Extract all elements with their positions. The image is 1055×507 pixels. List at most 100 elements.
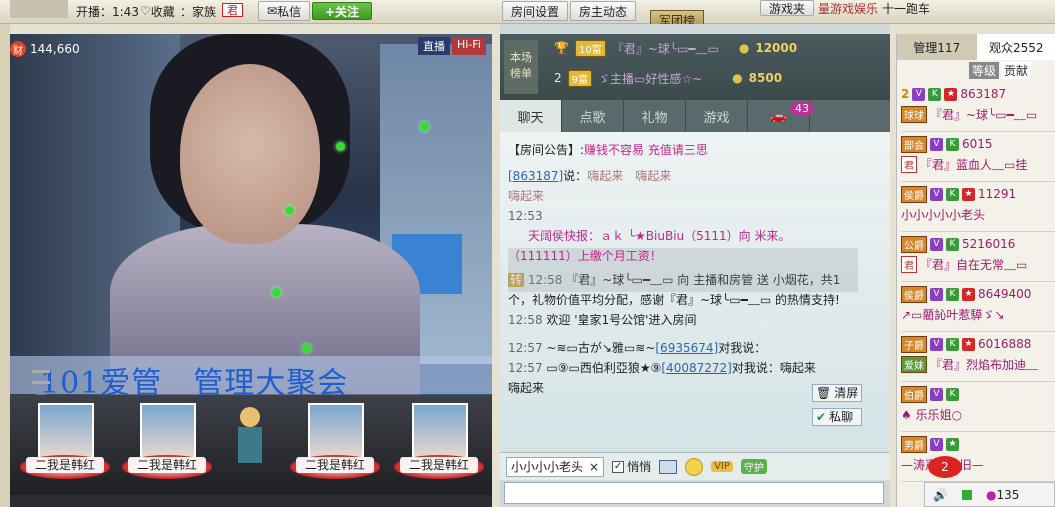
chat-text: 嗨起来 (508, 189, 545, 203)
checkbox-icon[interactable]: ✓ (612, 460, 625, 473)
follow-button[interactable]: +关注 (312, 2, 373, 20)
audience-user[interactable]: 男爵V★ —涛声☆依旧— (901, 434, 1055, 482)
user-name: ♠ 乐乐姐○ (901, 407, 963, 422)
chat-text: （111111）上缴个月工资！ (508, 249, 662, 263)
audience-user[interactable]: 侯爵 V K ★ 11291 小小小小小老头 (901, 184, 1055, 232)
chat-user[interactable]: ▭⑨▭西伯利亞狼★⑨ (546, 361, 661, 375)
seat-row: 二我是韩红 二我是韩红 二我是韩红 二我是韩红 (10, 395, 492, 495)
user-id-link[interactable]: [40087272] (661, 361, 731, 375)
bottom-left-bar (10, 495, 492, 507)
audience-user[interactable]: 侯爵 V K ★ 8649400 ↗▭藺訫叶惹騲ゞ↘ (901, 284, 1055, 332)
audience-user[interactable]: 2 V K ★ 863187 球球 『君』~球╰▭━﹏▭ (901, 84, 1055, 132)
rank-level: 10富 (574, 39, 606, 57)
coin-stack-icon: ● (738, 41, 750, 55)
user-badge: 侯爵 (901, 185, 927, 203)
user-icon: ● (985, 487, 997, 502)
chat-line: 嗨起来 (508, 186, 882, 206)
emoji-icon[interactable] (685, 457, 704, 476)
user-name: 小小小小小老头 (901, 207, 986, 222)
audience-tabs: 管理117 观众2552 (897, 34, 1055, 60)
video-banner: 101爱管 管理大聚会 (10, 356, 492, 395)
image-icon[interactable] (659, 459, 678, 474)
user-rank: 2 (901, 87, 910, 101)
favorite-label: 收藏 (150, 4, 175, 19)
chat-text: 嗨起来 嗨起来 (587, 169, 672, 183)
seat-avatar (140, 403, 196, 459)
seat-avatar (38, 403, 94, 459)
chat-line: 12:58 欢迎 '皇家1号公馆'进入房间 (508, 310, 882, 330)
clear-label: 清屏 (834, 386, 859, 400)
tab-audience[interactable]: 观众2552 (976, 34, 1055, 60)
user-id: 8649400 (978, 287, 1032, 301)
chat-text: 个，礼物价值平均分配，感谢『君』~球╰▭━﹏▭ 的热情支持! (508, 293, 840, 307)
rank-row[interactable]: 2 9富 ゞ主播▭好性感☆~ ● 8500 (554, 68, 782, 88)
chat-text: 嗨起来 (508, 381, 545, 395)
vip-icon[interactable]: VIP (711, 461, 733, 472)
chat-target-select[interactable]: 小小小小老头 × (506, 456, 605, 477)
close-icon[interactable]: × (589, 460, 599, 474)
firework-spark (420, 122, 429, 131)
chat-input[interactable] (504, 482, 884, 504)
cartoon-avatar[interactable] (232, 403, 268, 483)
user-badge: 侯爵 (901, 285, 927, 303)
user-id: 6015 (962, 137, 993, 151)
guard-icon[interactable]: 守护 (740, 459, 767, 474)
v-badge-icon: V (930, 137, 943, 151)
sort-level[interactable]: 等级 (969, 62, 1000, 79)
whisper-checkbox[interactable]: ✓ 悄悄 (612, 458, 651, 475)
coin-icon: 财 (10, 41, 26, 57)
message-label: 私信 (277, 4, 302, 19)
rank-badge-line2: 榜单 (510, 67, 532, 80)
chat-user[interactable]: ~≋▭古が↘雅▭≋~ (546, 341, 655, 355)
chat-time: 12:58 (508, 313, 543, 327)
audience-user[interactable]: 部会 V K 6015 君『君』蓝血人﹏▭挂 (901, 134, 1055, 182)
k-badge-icon: K (946, 337, 959, 351)
sort-contribution[interactable]: 贡献 (1001, 62, 1032, 79)
seat[interactable]: 二我是韩红 (394, 403, 484, 483)
menu-icon[interactable] (32, 370, 50, 384)
notification-badge[interactable]: 2 (928, 456, 962, 478)
audience-user[interactable]: 公爵 V K 5216016 君『君』自在无常﹏▭ (901, 234, 1055, 282)
chat-messages[interactable]: 【房间公告】:赚钱不容易 充值请三思 [863187]说：嗨起来 嗨起来 嗨起来… (500, 132, 890, 452)
hifi-tag[interactable]: Hi-Fi (452, 37, 486, 55)
bottom-right-toolbar: 🔊 ●135 (924, 482, 1055, 507)
streamer-avatar[interactable] (10, 0, 68, 18)
seat[interactable]: 二我是韩红 (290, 403, 380, 483)
user-id-link[interactable]: [863187] (508, 169, 563, 183)
private-chat-button[interactable]: ✔ 私聊 (812, 408, 862, 426)
user-name: 『君』烈焰布加迪﹏ (930, 357, 1039, 372)
tab-admin[interactable]: 管理117 (897, 34, 977, 60)
user-count[interactable]: ●135 (986, 488, 1019, 502)
tab-gifts[interactable]: 礼物 (624, 100, 686, 132)
seat[interactable]: 二我是韩红 (122, 403, 212, 483)
rank-badge[interactable]: 本场 榜单 (504, 40, 538, 94)
tab-songs[interactable]: 点歌 (562, 100, 624, 132)
audience-user[interactable]: 伯爵 V K ♠ 乐乐姐○ (901, 384, 1055, 432)
chat-time: 12:57 (508, 361, 543, 375)
status-icon[interactable] (961, 489, 972, 500)
game-link-button[interactable]: 游戏夹 (760, 0, 815, 16)
user-badge: 子爵 (901, 335, 927, 353)
v-badge-icon: V (930, 237, 943, 251)
rank-row[interactable]: 🏆 10富 『君』~球╰▭━﹏▭ ● 12000 (554, 38, 797, 58)
clear-screen-button[interactable]: 🗑 清屏 (812, 384, 862, 402)
rank-level: 9富 (567, 69, 593, 87)
k-badge-icon: K (946, 137, 959, 151)
room-settings-button[interactable]: 房间设置 (502, 1, 569, 21)
tab-chat[interactable]: 聊天 (500, 100, 562, 132)
message-button[interactable]: ✉ 私信 (258, 1, 311, 21)
audience-user[interactable]: 子爵 V K ★ 6016888 爱妹 『君』烈焰布加迪﹏ (901, 334, 1055, 382)
rank-name: 『君』~球╰▭━﹏▭ (611, 41, 719, 56)
favorite-link[interactable]: ♡ 收藏 (140, 0, 175, 22)
chat-line: （111111）上缴个月工资！ (508, 246, 882, 266)
video-player[interactable]: 101爱管 管理大聚会 (10, 34, 492, 395)
r-badge-icon: ★ (962, 187, 975, 201)
top-right-text: 量游戏娱乐 (818, 1, 879, 16)
tab-games[interactable]: 游戏 (686, 100, 748, 132)
user-name: ↗▭藺訫叶惹騲ゞ↘ (901, 307, 1005, 322)
room-news-button[interactable]: 房主动态 (570, 1, 637, 21)
seat[interactable]: 二我是韩红 (20, 403, 110, 483)
seat-avatar (308, 403, 364, 459)
speaker-icon[interactable]: 🔊 (933, 488, 948, 502)
user-id-link[interactable]: [6935674] (655, 341, 718, 355)
